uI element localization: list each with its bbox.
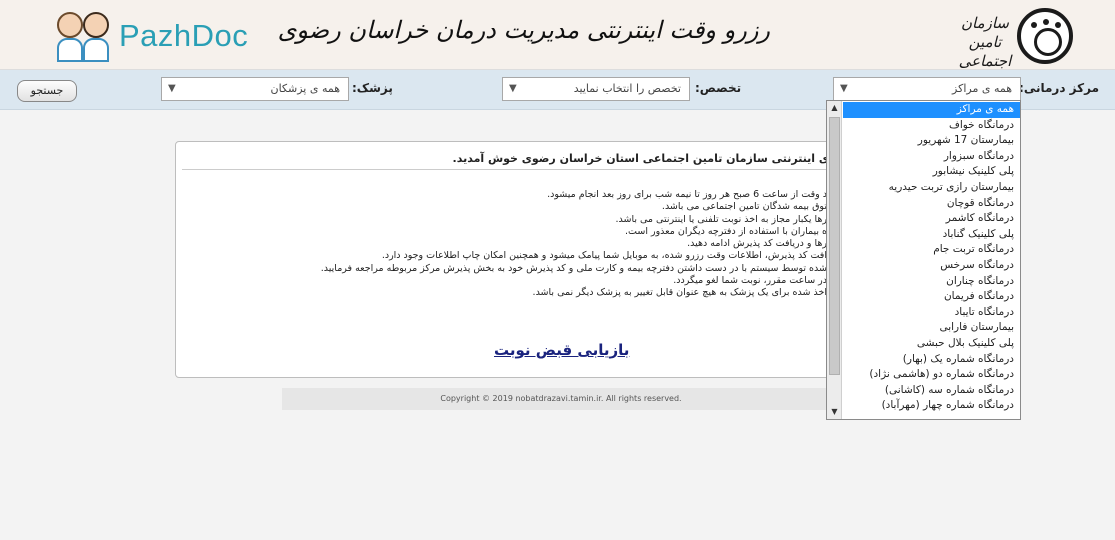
dropdown-option[interactable]: درمانگاه تایباد [843,305,1020,321]
chevron-down-icon: ▼ [840,83,848,94]
dropdown-option[interactable]: درمانگاه سبزوار [843,149,1020,165]
specialty-select[interactable]: تخصص را انتخاب نمایید ▼ [502,77,690,101]
rule-item: شده توسط سیستم با در دست داشتن دفترچه بی… [320,262,827,274]
footer: Copyright © 2019 nobatdrazavi.tamin.ir. … [282,388,840,410]
dropdown-option[interactable]: درمانگاه خواف [843,118,1020,134]
dropdown-option[interactable]: درمانگاه سرخس [843,258,1020,274]
dropdown-option[interactable]: پلی کلینیک گناباد [843,227,1020,243]
dropdown-option[interactable]: درمانگاه شماره دو (هاشمی نژاد) [843,367,1020,383]
dropdown-option[interactable]: درمانگاه شماره یک (بهار) [843,352,1020,368]
doctor-select-value: همه ی پزشکان [270,82,340,95]
divider [182,169,833,170]
logo-text-line2: تامین اجتماعی [958,33,1012,70]
rule-item: ه بیماران با استفاده از دفترچه دیگران مع… [625,225,827,237]
rule-item: رها یکبار مجاز به اخذ نوبت تلفنی یا اینت… [615,213,827,225]
welcome-text: ی اینترنتی سازمان تامین اجتماعی استان خر… [452,152,829,165]
dropdown-options: همه ی مراکز درمانگاه خواف بیمارستان 17 ش… [843,102,1020,414]
dropdown-option[interactable]: درمانگاه کاشمر [843,211,1020,227]
dropdown-option[interactable]: پلی کلینیک نیشابور [843,164,1020,180]
rule-item: رها و دریافت کد پذیرش ادامه دهید. [687,238,827,250]
tamin-logo-text: سازمان تامین اجتماعی [955,14,1015,71]
tamin-emblem-icon [1017,8,1073,64]
specialty-label: تخصص: [695,81,742,95]
center-dropdown-list[interactable]: ▲ ▼ همه ی مراکز درمانگاه خواف بیمارستان … [826,100,1021,420]
dropdown-option[interactable]: درمانگاه شماره سه (کاشانی) [843,383,1020,399]
dropdown-option[interactable]: بیمارستان رازی تربت حیدریه [843,180,1020,196]
tamin-logo[interactable]: سازمان تامین اجتماعی [953,8,1073,70]
page-title: رزرو وقت اینترنتی مدیریت درمان خراسان رض… [277,16,770,44]
receipt-recovery-link[interactable]: بازیابی قبض نوبت [494,341,629,359]
info-panel: ی اینترنتی سازمان تامین اجتماعی استان خر… [175,141,840,378]
doctor-label: پزشک: [352,81,393,95]
dropdown-option[interactable]: درمانگاه چناران [843,274,1020,290]
dropdown-option[interactable]: همه ی مراکز [843,102,1020,118]
logo-text-line1: سازمان [960,14,1009,32]
center-label: مرکز درمانی: [1019,81,1099,95]
rule-item: اخذ شده برای یک پزشک به هیچ عنوان قابل ت… [532,287,827,299]
scroll-up-icon[interactable]: ▲ [827,101,842,115]
dropdown-option[interactable]: درمانگاه فریمان [843,289,1020,305]
search-button[interactable]: جستجو [17,80,77,102]
pazhdoc-logo[interactable]: PazhDoc [55,8,265,64]
copyright-text: Copyright © 2019 nobatdrazavi.tamin.ir. … [440,394,682,403]
scroll-down-icon[interactable]: ▼ [827,405,842,419]
dropdown-option[interactable]: درمانگاه شماره چهار (مهرآباد) [843,398,1020,414]
dropdown-option[interactable]: بیمارستان 17 شهریور [843,133,1020,149]
center-select-value: همه ی مراکز [952,82,1012,95]
dropdown-option[interactable]: پلی کلینیک بلال حبشی [843,336,1020,352]
rule-item: افت کد پذیرش، اطلاعات وقت رزرو شده، به م… [381,250,827,262]
rule-item: در ساعت مقرر، نوبت شما لغو میگردد. [673,275,827,287]
dropdown-option[interactable]: درمانگاه تربت جام [843,242,1020,258]
specialty-select-value: تخصص را انتخاب نمایید [573,82,681,95]
scroll-thumb[interactable] [829,117,840,375]
dropdown-option[interactable]: بیمارستان فارابی [843,320,1020,336]
doctors-icon [55,8,113,64]
chevron-down-icon: ▼ [168,83,176,94]
rule-item: د وقت از ساعت 6 صبح هر روز تا نیمه شب بر… [547,189,827,200]
rule-item: توق بیمه شدگان تامین اجتماعی می باشد. [661,201,827,213]
brand-name: PazhDoc [119,18,249,53]
dropdown-option[interactable]: درمانگاه قوچان [843,196,1020,212]
doctor-select[interactable]: همه ی پزشکان ▼ [161,77,349,101]
page: سازمان تامین اجتماعی رزرو وقت اینترنتی م… [0,0,1115,540]
chevron-down-icon: ▼ [509,83,517,94]
dropdown-scrollbar[interactable]: ▲ ▼ [827,101,842,419]
center-select[interactable]: همه ی مراکز ▼ [833,77,1021,101]
header: سازمان تامین اجتماعی رزرو وقت اینترنتی م… [0,0,1115,70]
rules-list: د وقت از ساعت 6 صبح هر روز تا نیمه شب بر… [187,189,827,300]
